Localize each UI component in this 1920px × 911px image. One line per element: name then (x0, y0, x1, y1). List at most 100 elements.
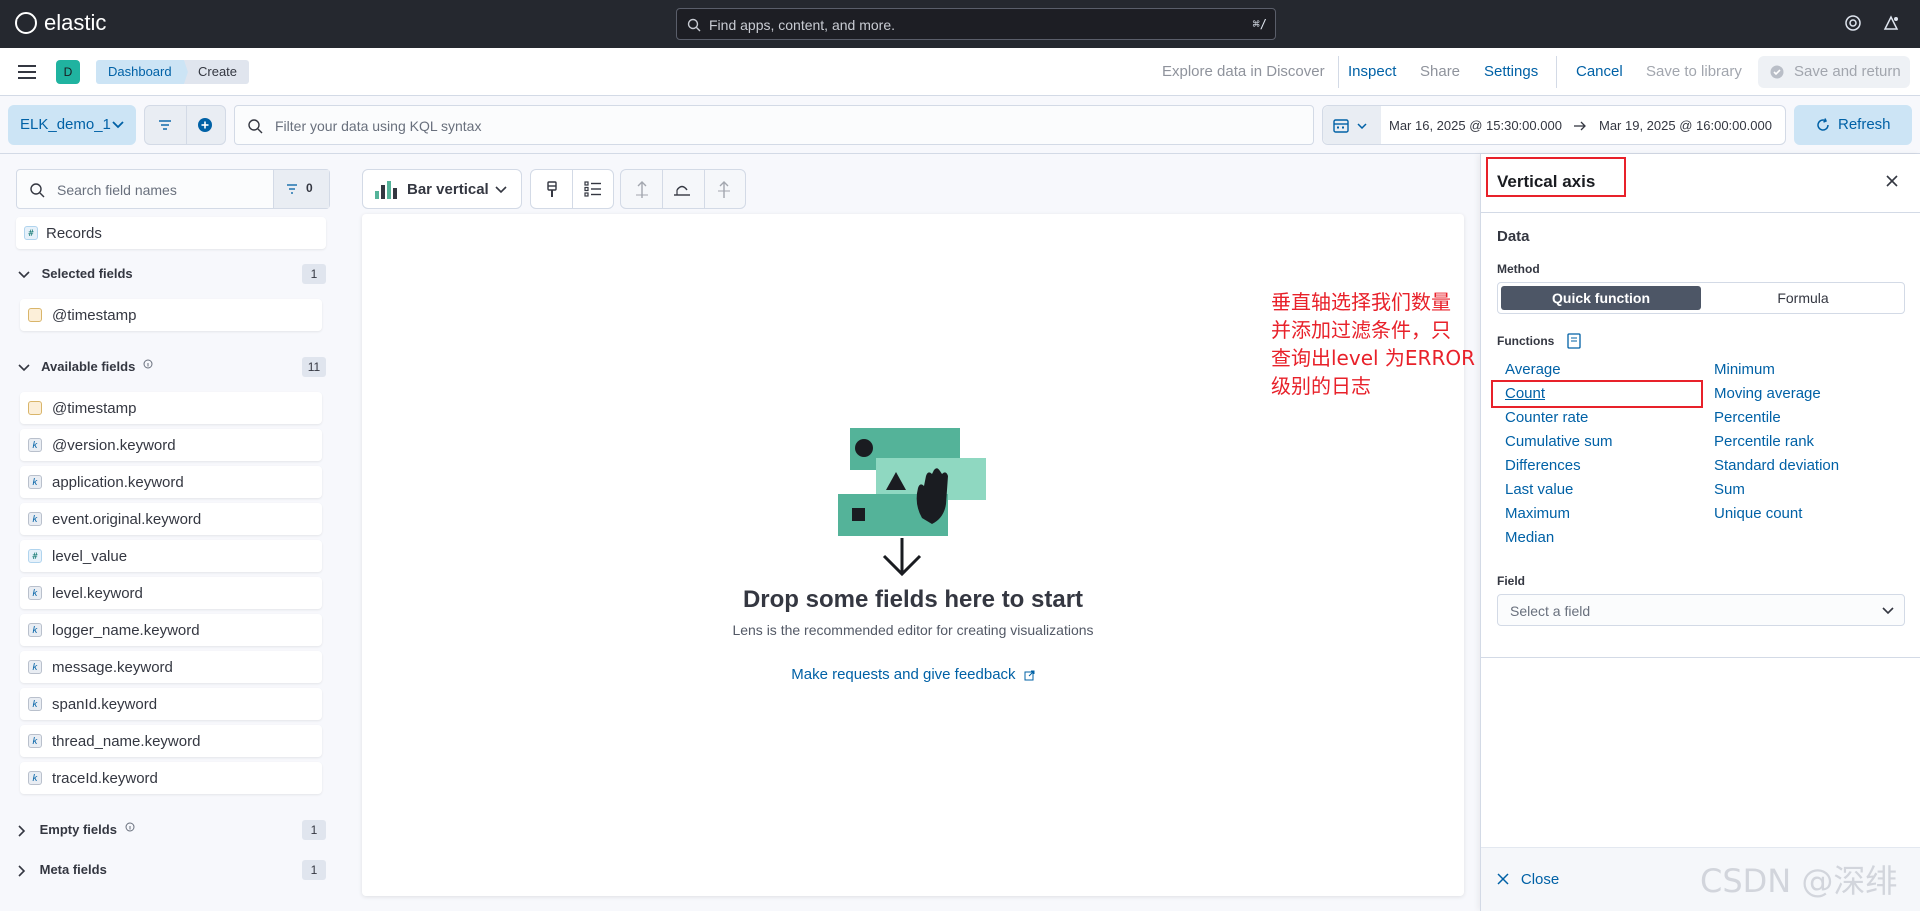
field-type-filter-button[interactable]: 0 (273, 170, 329, 208)
function-percentile[interactable]: Percentile (1714, 409, 1781, 426)
function-maximum[interactable]: Maximum (1505, 505, 1570, 522)
chevron-down-icon (495, 186, 507, 194)
menu-icon[interactable] (18, 64, 36, 80)
left-axis-icon[interactable] (633, 181, 651, 199)
field-search-input[interactable]: Search field names 0 (16, 169, 330, 209)
visual-options-group (530, 169, 614, 209)
field-label: event.original.keyword (52, 511, 202, 528)
field-item[interactable]: k thread_name.keyword (20, 725, 322, 757)
paintbrush-icon[interactable] (544, 181, 560, 199)
header-divider (1556, 56, 1557, 88)
drop-fields-illustration-icon (838, 428, 986, 577)
number-type-icon: # (28, 549, 42, 563)
function-cumulative-sum[interactable]: Cumulative sum (1505, 433, 1613, 450)
kql-query-input[interactable]: Filter your data using KQL syntax (234, 105, 1314, 145)
field-item[interactable]: @timestamp (20, 299, 322, 331)
filter-menu-icon[interactable] (157, 119, 173, 131)
records-field[interactable]: # Records (16, 217, 326, 249)
feedback-link[interactable]: Make requests and give feedback (362, 666, 1464, 683)
info-icon[interactable] (125, 822, 135, 832)
field-item[interactable]: k @version.keyword (20, 429, 322, 461)
header-divider (1338, 56, 1339, 88)
annotation-line: 垂直轴选择我们数量 (1271, 290, 1451, 314)
right-axis-icon[interactable] (715, 181, 733, 199)
formula-option[interactable]: Formula (1703, 286, 1903, 310)
field-item[interactable]: k event.original.keyword (20, 503, 322, 535)
close-flyout-button[interactable]: Close (1497, 870, 1559, 888)
keyword-type-icon: k (28, 438, 42, 452)
function-moving-average[interactable]: Moving average (1714, 385, 1821, 402)
field-label: application.keyword (52, 474, 184, 491)
field-search-placeholder: Search field names (57, 182, 177, 198)
add-filter-icon[interactable] (197, 117, 213, 133)
refresh-button[interactable]: Refresh (1794, 105, 1912, 145)
meta-count-badge: 1 (302, 860, 326, 880)
refresh-icon (1817, 118, 1829, 131)
field-select[interactable]: Select a field (1497, 594, 1905, 626)
function-minimum[interactable]: Minimum (1714, 361, 1775, 378)
data-view-picker[interactable]: ELK_demo_1 (8, 105, 136, 145)
quick-function-option[interactable]: Quick function (1501, 286, 1701, 310)
date-type-icon (28, 308, 42, 322)
help-icon[interactable] (1844, 14, 1862, 32)
field-item[interactable]: k application.keyword (20, 466, 322, 498)
save-to-library-button[interactable]: Save to library (1646, 63, 1742, 80)
global-search-input[interactable]: Find apps, content, and more. ⌘/ (676, 8, 1276, 40)
function-sum[interactable]: Sum (1714, 481, 1745, 498)
close-icon[interactable] (1885, 174, 1899, 188)
function-percentile-rank[interactable]: Percentile rank (1714, 433, 1814, 450)
news-feed-icon[interactable] (1882, 14, 1900, 32)
info-icon[interactable] (143, 359, 153, 369)
field-item[interactable]: # level_value (20, 540, 322, 572)
inspect-link[interactable]: Inspect (1348, 63, 1396, 80)
explore-in-discover-link[interactable]: Explore data in Discover (1162, 63, 1325, 80)
annotation-line: 查询出level 为ERROR (1271, 346, 1475, 370)
field-item[interactable]: k spanId.keyword (20, 688, 322, 720)
field-item[interactable]: k logger_name.keyword (20, 614, 322, 646)
filter-button-group (144, 105, 226, 145)
field-label: spanId.keyword (52, 696, 158, 713)
function-median[interactable]: Median (1505, 529, 1554, 546)
field-label: thread_name.keyword (52, 733, 201, 750)
settings-link[interactable]: Settings (1484, 63, 1538, 80)
share-link[interactable]: Share (1420, 63, 1460, 80)
field-item[interactable]: k level.keyword (20, 577, 322, 609)
start-date[interactable]: Mar 16, 2025 @ 15:30:00.000 (1389, 118, 1562, 133)
bottom-axis-icon[interactable] (673, 181, 691, 199)
function-average[interactable]: Average (1505, 361, 1561, 378)
keyword-type-icon: k (28, 586, 42, 600)
empty-fields-toggle[interactable]: Empty fields (18, 822, 135, 837)
keyword-type-icon: k (28, 660, 42, 674)
quick-select-button[interactable] (1323, 106, 1381, 144)
function-unique-count[interactable]: Unique count (1714, 505, 1802, 522)
field-item[interactable]: k traceId.keyword (20, 762, 322, 794)
data-view-label: ELK_demo_1 (20, 116, 111, 133)
section-title: Empty fields (39, 822, 117, 837)
function-standard-deviation[interactable]: Standard deviation (1714, 457, 1839, 474)
end-date[interactable]: Mar 19, 2025 @ 16:00:00.000 (1599, 118, 1772, 133)
field-item[interactable]: k message.keyword (20, 651, 322, 683)
empty-count-badge: 1 (302, 820, 326, 840)
save-and-return-button[interactable]: Save and return (1758, 56, 1910, 88)
search-shortcut-hint: ⌘/ (1252, 17, 1267, 31)
section-title: Available fields (41, 359, 136, 374)
elastic-logo[interactable]: elastic (14, 10, 106, 36)
calendar-icon (1333, 119, 1349, 133)
legend-icon[interactable] (584, 181, 602, 197)
available-fields-toggle[interactable]: Available fields (18, 359, 153, 374)
function-last-value[interactable]: Last value (1505, 481, 1573, 498)
field-item[interactable]: @timestamp (20, 392, 322, 424)
annotation-line: 级别的日志 (1271, 374, 1371, 398)
field-label: Field (1497, 574, 1526, 588)
cancel-link[interactable]: Cancel (1576, 63, 1623, 80)
chart-type-switcher[interactable]: Bar vertical (362, 169, 522, 209)
meta-fields-toggle[interactable]: Meta fields (18, 862, 107, 877)
breadcrumb-create: Create (184, 60, 250, 84)
documentation-icon[interactable] (1567, 333, 1581, 349)
function-differences[interactable]: Differences (1505, 457, 1581, 474)
app-header: D Dashboard Create Explore data in Disco… (0, 48, 1920, 96)
breadcrumb-dashboard[interactable]: Dashboard (96, 60, 192, 84)
space-avatar[interactable]: D (56, 60, 80, 84)
function-counter-rate[interactable]: Counter rate (1505, 409, 1588, 426)
selected-fields-toggle[interactable]: Selected fields (18, 266, 133, 281)
